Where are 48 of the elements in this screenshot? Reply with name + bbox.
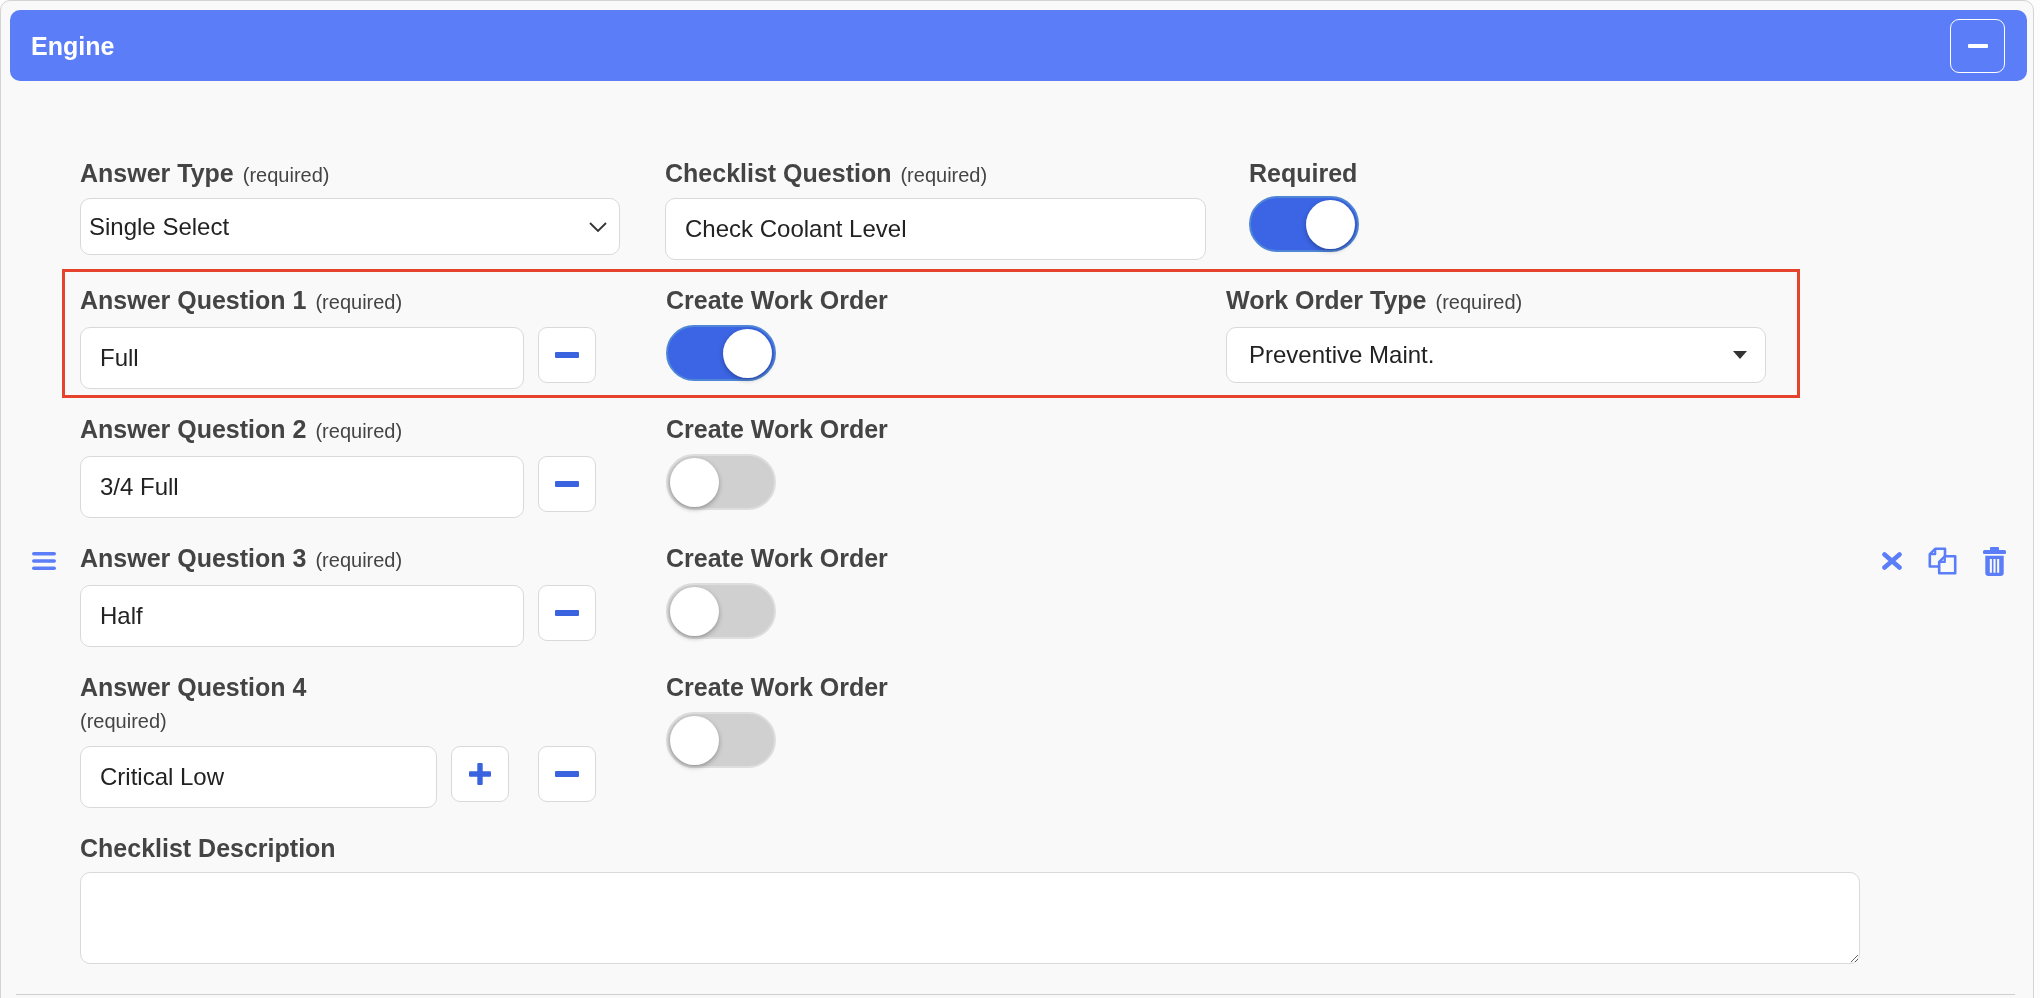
answer-input[interactable]: Critical Low: [80, 746, 437, 808]
required-note: (required): [315, 290, 403, 315]
required-note: (required): [1435, 290, 1523, 315]
minus-icon: [555, 771, 579, 777]
add-answer-button[interactable]: [451, 746, 509, 802]
field-label: Create Work Order: [666, 543, 888, 573]
required-note: (required): [315, 419, 403, 444]
field-label: Answer Question 4: [80, 672, 307, 702]
answer-input[interactable]: 3/4 Full: [80, 456, 524, 518]
required-note: (required): [900, 163, 988, 188]
field-label: Answer Question 2: [80, 414, 307, 444]
work-order-type-dropdown[interactable]: Preventive Maint.: [1226, 327, 1766, 383]
remove-answer-button[interactable]: [538, 456, 596, 512]
field-label: Answer Type: [80, 158, 234, 188]
drag-handle-icon[interactable]: [32, 552, 56, 570]
required-note: (required): [80, 709, 167, 734]
checklist-question-input[interactable]: Check Coolant Level: [665, 198, 1206, 260]
answer-input[interactable]: Full: [80, 327, 524, 389]
minus-icon: [555, 352, 579, 358]
required-note: (required): [242, 163, 330, 188]
field-label: Required: [1249, 158, 1358, 188]
caret-down-icon: [1733, 351, 1747, 359]
field-label: Create Work Order: [666, 285, 888, 315]
field-label: Create Work Order: [666, 672, 888, 702]
field-label: Answer Question 1: [80, 285, 307, 315]
minus-icon: [1967, 43, 1988, 48]
field-label: Work Order Type: [1226, 285, 1427, 315]
minus-icon: [555, 610, 579, 616]
trash-icon[interactable]: [1983, 546, 2006, 576]
collapse-button[interactable]: [1950, 18, 2005, 73]
remove-answer-button[interactable]: [538, 746, 596, 802]
close-icon[interactable]: [1882, 552, 1902, 570]
remove-answer-button[interactable]: [538, 327, 596, 383]
section-title: Engine: [31, 30, 115, 61]
answer-input[interactable]: Half: [80, 585, 524, 647]
chevron-down-icon: [589, 221, 607, 232]
required-note: (required): [315, 548, 403, 573]
answer-type-dropdown[interactable]: Single Select: [80, 198, 620, 255]
field-label: Answer Question 3: [80, 543, 307, 573]
field-label: Create Work Order: [666, 414, 888, 444]
plus-icon: [469, 763, 491, 785]
copy-icon[interactable]: [1928, 547, 1957, 575]
minus-icon: [555, 481, 579, 487]
field-label: Checklist Question: [665, 158, 892, 188]
remove-answer-button[interactable]: [538, 585, 596, 641]
field-label: Checklist Description: [80, 833, 336, 863]
toggle-switch[interactable]: [1249, 196, 1359, 252]
toggle-switch[interactable]: [666, 325, 776, 381]
